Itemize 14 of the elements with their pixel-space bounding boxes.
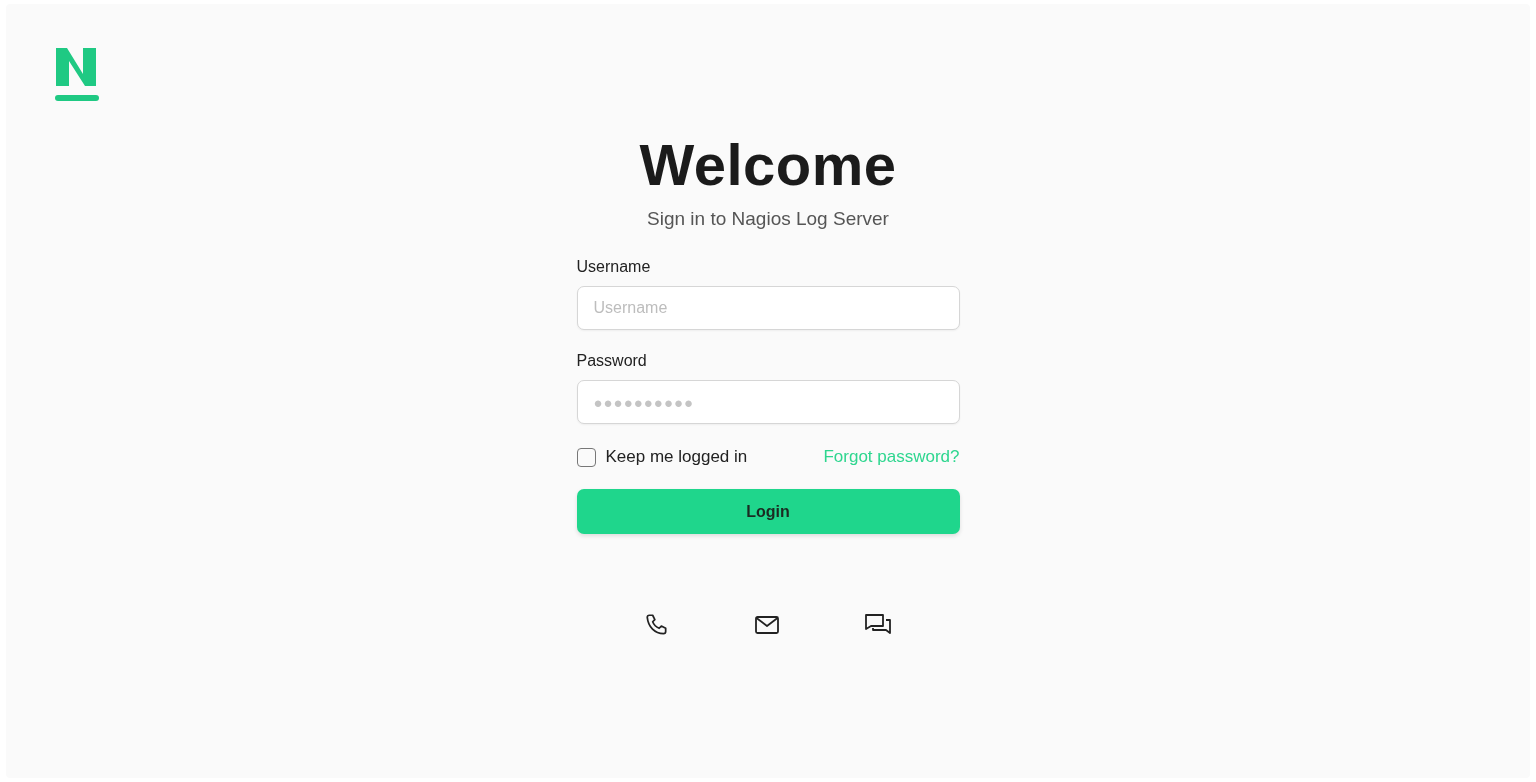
forgot-password-link[interactable]: Forgot password? <box>823 447 960 467</box>
username-field[interactable]: Username <box>576 286 960 330</box>
remember-label: Keep me logged in <box>605 447 748 467</box>
password-field[interactable]: ●●●●●●●●●● <box>576 380 960 424</box>
welcome-heading: Welcome <box>639 131 897 198</box>
logo-icon <box>53 45 101 103</box>
password-label: Password <box>576 352 647 370</box>
chat-icon[interactable] <box>864 613 892 637</box>
subtitle: Sign in to Nagios Log Server <box>647 208 889 230</box>
remember-checkbox[interactable] <box>576 447 596 467</box>
login-button[interactable]: Login <box>576 489 960 534</box>
username-label: Username <box>576 258 651 276</box>
phone-icon[interactable] <box>644 612 670 638</box>
mail-icon[interactable] <box>754 614 780 636</box>
